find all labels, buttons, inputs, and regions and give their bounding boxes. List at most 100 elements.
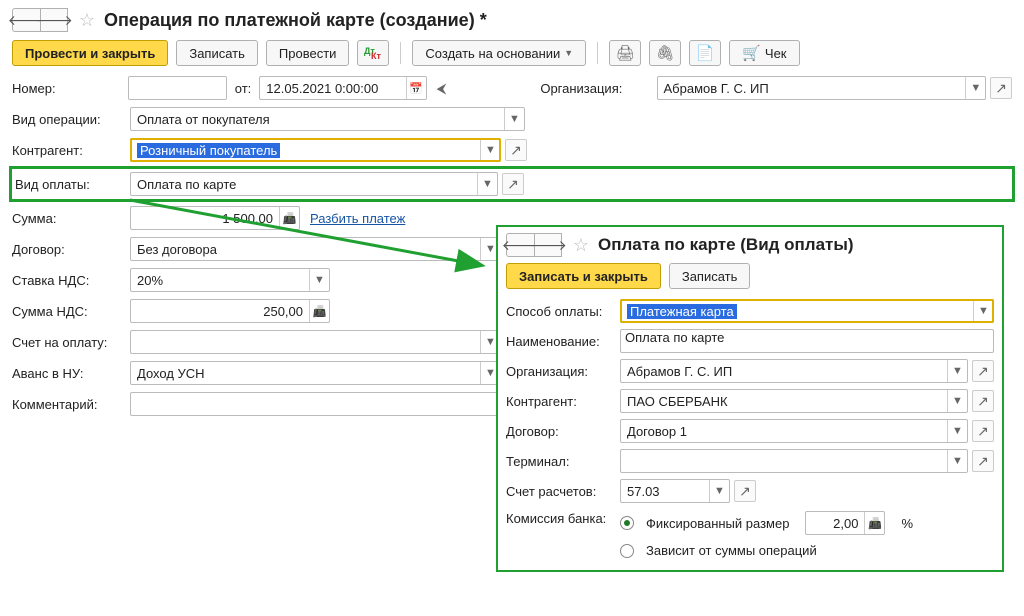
invoice-combo[interactable]: ▼ [130,330,501,354]
attachments-button[interactable]: 🖇 [649,40,681,66]
opt-fixed-size[interactable]: Фиксированный размер 2,00 📠 % [620,511,913,535]
date-prev-button[interactable]: ⮜ [431,77,453,99]
post-button[interactable]: Провести [266,40,350,66]
label-advance: Аванс в НУ: [12,366,130,381]
cheque-label: Чек [765,46,787,61]
label-number: Номер: [12,81,128,96]
label-popup-account: Счет расчетов: [506,484,620,499]
debit-credit-icon: Дт Кт [364,46,382,60]
org-combo[interactable]: Абрамов Г. С. ИП ▼ [657,76,987,100]
name-field[interactable]: Оплата по карте [620,329,994,353]
popup-account-combo[interactable]: 57.03 ▼ [620,479,730,503]
dropdown-icon[interactable]: ▼ [947,420,967,442]
label-contragent: Контрагент: [12,143,130,158]
date-field[interactable]: 12.05.2021 0:00:00 📅 [259,76,426,100]
row-payment-type: Вид оплаты: Оплата по карте ▼ ↗ [12,169,1012,199]
popup-org-combo[interactable]: Абрамов Г. С. ИП ▼ [620,359,968,383]
vat-amount-value: 250,00 [131,304,309,319]
contragent-combo[interactable]: Розничный покупатель ▼ [130,138,501,162]
popup-contract-open-button[interactable]: ↗ [972,420,994,442]
dropdown-icon[interactable]: ▼ [947,450,967,472]
operation-type-combo[interactable]: Оплата от покупателя ▼ [130,107,525,131]
calendar-icon[interactable]: 📅 [406,77,426,99]
popup-contragent-value: ПАО СБЕРБАНК [621,394,947,409]
label-org: Организация: [540,81,656,96]
svg-text:Кт: Кт [371,51,381,60]
row-contragent: Контрагент: Розничный покупатель ▼ ↗ [12,138,1012,162]
number-field[interactable] [128,76,227,100]
popup-contragent-open-button[interactable]: ↗ [972,390,994,412]
row-popup-contragent: Контрагент: ПАО СБЕРБАНК ▼ ↗ [506,389,994,413]
dropdown-icon[interactable]: ▼ [504,108,524,130]
dropdown-icon[interactable]: ▼ [947,390,967,412]
create-on-basis-button[interactable]: Создать на основании ▼ [412,40,586,66]
popup-toolbar: Записать и закрыть Записать [506,263,994,289]
payment-type-open-button[interactable]: ↗ [502,173,524,195]
popup-contragent-combo[interactable]: ПАО СБЕРБАНК ▼ [620,389,968,413]
amount-field[interactable]: 1 500,00 📠 [130,206,300,230]
label-comment: Комментарий: [12,397,130,412]
label-contract: Договор: [12,242,130,257]
opt-fixed-label: Фиксированный размер [646,516,789,531]
dropdown-icon[interactable]: ▼ [480,139,500,161]
vat-amount-field[interactable]: 250,00 📠 [130,299,330,323]
vat-rate-value: 20% [131,273,309,288]
label-invoice: Счет на оплату: [12,335,130,350]
payment-type-popup: 🡐 🡒 ☆ Оплата по карте (Вид оплаты) Запис… [496,225,1004,572]
popup-contract-combo[interactable]: Договор 1 ▼ [620,419,968,443]
save-and-close-button[interactable]: Записать и закрыть [506,263,661,289]
favorite-star-icon[interactable]: ☆ [76,9,98,31]
popup-org-open-button[interactable]: ↗ [972,360,994,382]
row-bank-commission: Комиссия банка: Фиксированный размер 2,0… [506,509,994,558]
debit-credit-button[interactable]: Дт Кт [357,40,389,66]
chevron-down-icon: ▼ [564,48,573,58]
dropdown-icon[interactable]: ▼ [309,269,329,291]
label-payment-type: Вид оплаты: [15,177,130,192]
payment-method-combo[interactable]: Платежная карта ▼ [620,299,994,323]
page-title: Операция по платежной карте (создание) * [104,10,487,31]
comment-field[interactable] [130,392,501,416]
calculator-icon[interactable]: 📠 [864,512,884,534]
payment-type-combo[interactable]: Оплата по карте ▼ [130,172,498,196]
advance-combo[interactable]: Доход УСН ▼ [130,361,501,385]
registers-button[interactable]: 📄 [689,40,721,66]
dropdown-icon[interactable]: ▼ [973,300,993,322]
popup-org-value: Абрамов Г. С. ИП [621,364,947,379]
calculator-icon[interactable]: 📠 [309,300,329,322]
split-payment-link[interactable]: Разбить платеж [310,211,405,226]
row-payment-method: Способ оплаты: Платежная карта ▼ [506,299,994,323]
dropdown-icon[interactable]: ▼ [965,77,985,99]
label-popup-contract: Договор: [506,424,620,439]
radio-depends-icon [620,544,634,558]
print-button[interactable]: 🖨 [609,40,641,66]
vat-rate-combo[interactable]: 20% ▼ [130,268,330,292]
opt-depends-on-sum[interactable]: Зависит от суммы операций [620,543,913,558]
popup-terminal-combo[interactable]: ▼ [620,449,968,473]
label-popup-terminal: Терминал: [506,454,620,469]
calculator-icon[interactable]: 📠 [279,207,299,229]
commission-value: 2,00 [806,516,864,531]
contragent-open-button[interactable]: ↗ [505,139,527,161]
org-open-button[interactable]: ↗ [990,77,1012,99]
cheque-button[interactable]: 🛒 Чек [729,40,799,66]
label-name: Наименование: [506,334,620,349]
popup-terminal-open-button[interactable]: ↗ [972,450,994,472]
cheque-icon: 🛒 [742,44,761,62]
nav-forward-button[interactable]: 🡒 [40,8,68,32]
commission-value-field[interactable]: 2,00 📠 [805,511,885,535]
save-button[interactable]: Записать [669,263,751,289]
post-and-close-button[interactable]: Провести и закрыть [12,40,168,66]
label-amount: Сумма: [12,211,130,226]
save-button[interactable]: Записать [176,40,258,66]
label-operation-type: Вид операции: [12,112,130,127]
contract-combo[interactable]: Без договора ▼ [130,237,501,261]
dropdown-icon[interactable]: ▼ [709,480,729,502]
dropdown-icon[interactable]: ▼ [947,360,967,382]
nav-forward-button[interactable]: 🡒 [534,233,562,257]
popup-account-open-button[interactable]: ↗ [734,480,756,502]
payment-method-value: Платежная карта [621,304,973,319]
favorite-star-icon[interactable]: ☆ [570,234,592,256]
popup-contract-value: Договор 1 [621,424,947,439]
dropdown-icon[interactable]: ▼ [477,173,497,195]
row-popup-contract: Договор: Договор 1 ▼ ↗ [506,419,994,443]
